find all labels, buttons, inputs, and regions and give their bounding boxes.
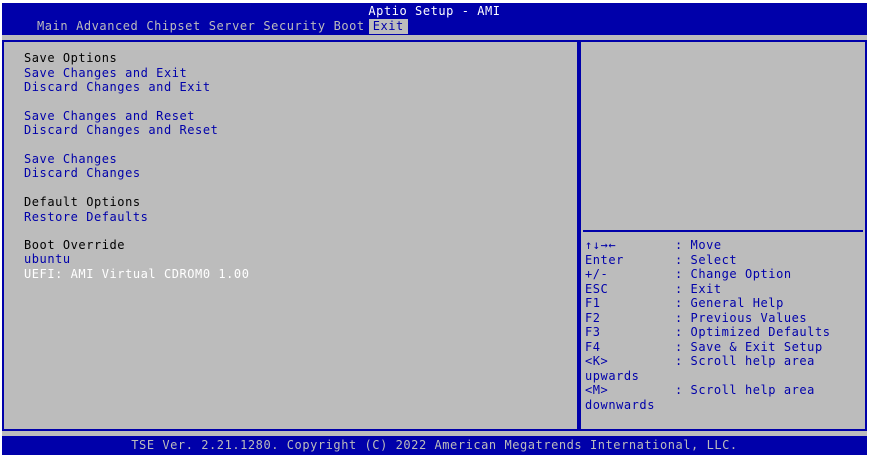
key-plus-minus: +/- <box>585 267 609 281</box>
tab-chipset[interactable]: Chipset <box>142 19 204 34</box>
bios-setup-screen: Aptio Setup - AMI Main Advanced Chipset … <box>2 3 867 455</box>
key-f3-desc: : Optimized Defaults <box>675 325 831 339</box>
tab-bar: Main Advanced Chipset Server Security Bo… <box>33 19 408 34</box>
save-changes-and-reset-item[interactable]: Save Changes and Reset <box>24 109 195 124</box>
key-f1-desc: : General Help <box>675 296 784 310</box>
discard-changes-item[interactable]: Discard Changes <box>24 166 141 181</box>
save-changes-item[interactable]: Save Changes <box>24 152 117 167</box>
default-options-heading: Default Options <box>24 195 141 209</box>
help-panel: ↑↓→← : Move Enter : Select +/- : Change … <box>579 40 867 431</box>
setup-title: Aptio Setup - AMI <box>368 4 501 18</box>
key-f4-desc: : Save & Exit Setup <box>675 339 823 354</box>
key-enter: Enter <box>585 252 624 267</box>
key-esc-desc: : Exit <box>675 281 722 296</box>
boot-override-uefi-cdrom-item[interactable]: UEFI: AMI Virtual CDROM0 1.00 <box>24 267 249 282</box>
save-changes-and-exit-item[interactable]: Save Changes and Exit <box>24 66 187 81</box>
header-bar: Aptio Setup - AMI Main Advanced Chipset … <box>2 3 867 35</box>
save-options-heading: Save Options <box>24 51 118 65</box>
copyright-footer: TSE Ver. 2.21.1280. Copyright (C) 2022 A… <box>2 436 867 455</box>
key-arrows: ↑↓→← <box>585 238 617 252</box>
key-esc: ESC <box>585 281 609 296</box>
boot-override-ubuntu-item[interactable]: ubuntu <box>24 252 71 267</box>
tab-server[interactable]: Server <box>205 19 260 34</box>
key-arrows-desc: : Move <box>675 238 722 252</box>
help-text-area <box>585 46 861 226</box>
key-m-desc: : Scroll help area <box>675 383 815 397</box>
key-k-desc-wrap: upwards <box>585 368 640 383</box>
key-f2: F2 <box>585 310 601 325</box>
exit-menu-panel: Save Options Save Changes and Exit Disca… <box>2 40 579 431</box>
key-enter-desc: : Select <box>675 252 738 267</box>
key-f2-desc: : Previous Values <box>675 310 808 325</box>
tab-exit[interactable]: Exit <box>368 19 408 34</box>
discard-changes-and-reset-item[interactable]: Discard Changes and Reset <box>24 123 218 138</box>
boot-override-heading: Boot Override <box>24 238 126 252</box>
tab-main[interactable]: Main <box>33 19 72 34</box>
help-divider <box>583 230 863 232</box>
tab-security[interactable]: Security <box>259 19 329 34</box>
key-m-desc-wrap: downwards <box>585 397 655 412</box>
tab-advanced[interactable]: Advanced <box>72 19 142 34</box>
key-f4: F4 <box>585 339 601 354</box>
key-m: <M> <box>585 383 609 397</box>
key-k-desc: : Scroll help area <box>675 354 815 368</box>
discard-changes-and-exit-item[interactable]: Discard Changes and Exit <box>24 80 211 95</box>
key-f3: F3 <box>585 325 601 339</box>
key-f1: F1 <box>585 296 601 310</box>
key-k: <K> <box>585 354 609 368</box>
restore-defaults-item[interactable]: Restore Defaults <box>24 210 148 225</box>
key-plus-minus-desc: : Change Option <box>675 267 792 281</box>
tab-boot[interactable]: Boot <box>330 19 369 34</box>
